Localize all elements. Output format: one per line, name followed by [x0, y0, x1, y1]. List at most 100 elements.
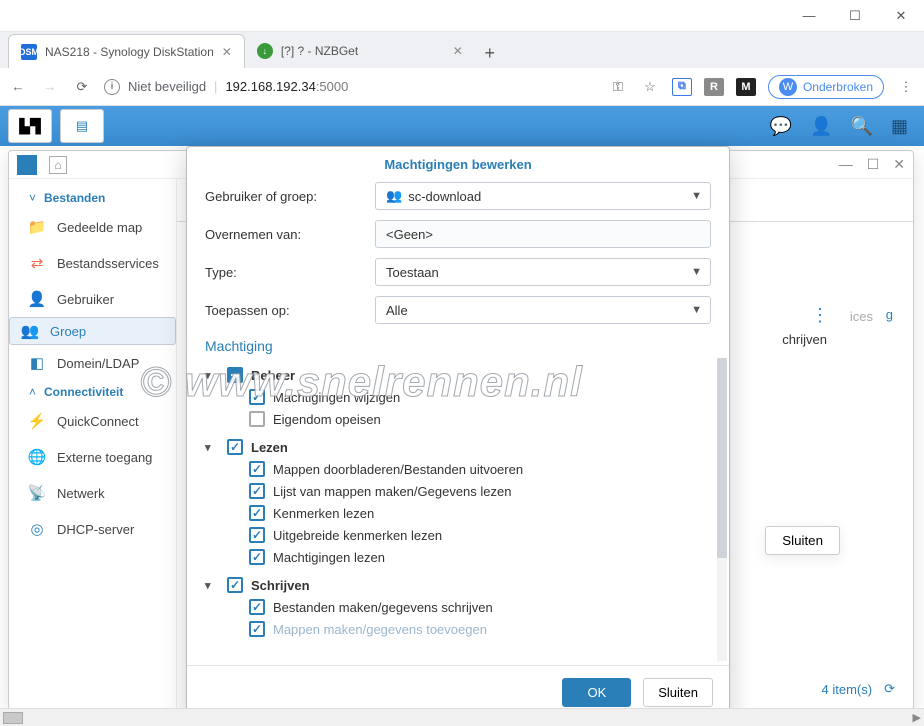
url-host: 192.168.192.34:5000	[225, 79, 348, 94]
apply-label: Toepassen op:	[205, 303, 375, 318]
browser-menu-icon[interactable]: ⋮	[896, 79, 916, 95]
tree-node-schrijven[interactable]: ▾ Schrijven	[205, 574, 717, 596]
scroll-right-icon[interactable]: ▶	[913, 711, 921, 724]
checkbox-icon[interactable]	[249, 599, 265, 615]
extension-icon[interactable]: R	[704, 78, 724, 96]
close-button[interactable]: Sluiten	[643, 678, 713, 707]
node-label: Beheer	[251, 368, 295, 383]
node-label: Schrijven	[251, 578, 310, 593]
tree-leaf[interactable]: Machtigingen lezen	[205, 546, 717, 568]
col-fragment: g	[886, 307, 893, 322]
checkbox-icon[interactable]	[249, 621, 265, 637]
scrollbar-thumb[interactable]	[717, 358, 727, 558]
widgets-icon[interactable]: ▦	[891, 116, 908, 137]
extension-icon[interactable]: M	[736, 78, 756, 96]
sidebar-item-external[interactable]: 🌐Externe toegang	[9, 439, 176, 475]
domain-icon: ◧	[27, 353, 47, 373]
checkbox-icon[interactable]	[227, 577, 243, 593]
nav-reload-button[interactable]: ⟳	[72, 79, 92, 95]
window-minimize[interactable]: —	[786, 0, 832, 32]
close-icon[interactable]: ✕	[222, 45, 232, 59]
user-icon: 👤	[27, 289, 47, 309]
nav-forward-button: →	[40, 79, 60, 94]
horizontal-scrollbar[interactable]: ▶	[0, 708, 924, 726]
saved-password-icon[interactable]: ⚿	[608, 79, 628, 95]
nav-back-button[interactable]: ←	[8, 79, 28, 94]
window-minimize-icon[interactable]: —	[839, 156, 853, 173]
sidebar-item-domain[interactable]: ◧Domein/LDAP	[9, 345, 176, 381]
expand-icon[interactable]: ▾	[205, 441, 219, 454]
avatar: W	[779, 78, 797, 96]
account-icon[interactable]: 👤	[810, 116, 832, 137]
tree-leaf[interactable]: Mappen maken/gegevens toevoegen	[205, 618, 717, 640]
tree-node-lezen[interactable]: ▾ Lezen	[205, 436, 717, 458]
checkbox-icon[interactable]	[227, 439, 243, 455]
column-menu-icon[interactable]: ⋮	[811, 305, 829, 326]
type-select[interactable]: Toestaan ▼	[375, 258, 711, 286]
bookmark-star-icon[interactable]: ☆	[640, 79, 660, 95]
dsm-app-icon[interactable]: ▤	[60, 109, 104, 143]
apply-select[interactable]: Alle ▼	[375, 296, 711, 324]
tree-leaf[interactable]: Bestanden maken/gegevens schrijven	[205, 596, 717, 618]
node-label: Lezen	[251, 440, 288, 455]
window-maximize[interactable]: ☐	[832, 0, 878, 32]
sidebar-item-shared[interactable]: 📁Gedeelde map	[9, 209, 176, 245]
tree-leaf[interactable]: Mappen doorbladeren/Bestanden uitvoeren	[205, 458, 717, 480]
tree-leaf[interactable]: Eigendom opeisen	[205, 408, 717, 430]
scrollbar-thumb[interactable]	[3, 712, 23, 724]
checkbox-icon[interactable]	[249, 411, 265, 427]
checkbox-indeterminate-icon[interactable]	[227, 367, 243, 383]
window-maximize-icon[interactable]: ☐	[867, 156, 880, 173]
new-tab-button[interactable]: +	[475, 38, 505, 68]
sidebar-item-quickconnect[interactable]: ⚡QuickConnect	[9, 403, 176, 439]
sidebar-item-group[interactable]: 👥Groep	[9, 317, 176, 345]
tree-leaf[interactable]: Uitgebreide kenmerken lezen	[205, 524, 717, 546]
tree-leaf[interactable]: Lijst van mappen maken/Gegevens lezen	[205, 480, 717, 502]
folder-icon: 📁	[27, 217, 47, 237]
home-icon[interactable]: ⌂	[49, 156, 67, 174]
checkbox-icon[interactable]	[249, 461, 265, 477]
ok-button[interactable]: OK	[562, 678, 631, 707]
sidebar-item-fileservices[interactable]: ⇄Bestandsservices	[9, 245, 176, 281]
address-bar[interactable]: i Niet beveiligd | 192.168.192.34:5000	[104, 79, 596, 95]
tree-node-beheer[interactable]: ▾ Beheer	[205, 364, 717, 386]
browser-tab-nzbget[interactable]: ↓ [?] ? - NZBGet ✕	[245, 34, 475, 68]
site-info-icon[interactable]: i	[104, 79, 120, 95]
close-icon[interactable]: ✕	[453, 44, 463, 58]
extension-icon[interactable]: ⧉	[672, 78, 692, 96]
permissions-dialog: Machtigingen bewerken Gebruiker of groep…	[186, 146, 730, 720]
sidebar-category[interactable]: ˄Connectiviteit	[9, 381, 176, 403]
checkbox-icon[interactable]	[249, 527, 265, 543]
sync-status[interactable]: W Onderbroken	[768, 75, 884, 99]
refresh-icon[interactable]: ⟳	[884, 681, 895, 697]
sidebar-category[interactable]: ˅Bestanden	[9, 187, 176, 209]
tree-leaf[interactable]: Machtigingen wijzigen	[205, 386, 717, 408]
browser-tab-dsm[interactable]: DSM NAS218 - Synology DiskStation ✕	[8, 34, 245, 68]
checkbox-icon[interactable]	[249, 483, 265, 499]
sidebar-item-user[interactable]: 👤Gebruiker	[9, 281, 176, 317]
user-select[interactable]: 👥 sc-download ▼	[375, 182, 711, 210]
user-label: Gebruiker of groep:	[205, 189, 375, 204]
sidebar-item-network[interactable]: 📡Netwerk	[9, 475, 176, 511]
notifications-icon[interactable]: 💬	[770, 116, 792, 137]
type-value: Toestaan	[386, 265, 439, 280]
tree-leaf[interactable]: Kenmerken lezen	[205, 502, 717, 524]
sidebar-item-dhcp[interactable]: ◎DHCP-server	[9, 511, 176, 547]
checkbox-icon[interactable]	[249, 549, 265, 565]
dsm-main-menu-icon[interactable]: ▙▜	[8, 109, 52, 143]
tab-title: [?] ? - NZBGet	[281, 44, 358, 58]
window-close-icon[interactable]: ✕	[893, 156, 905, 173]
tab-title: NAS218 - Synology DiskStation	[45, 45, 214, 59]
checkbox-icon[interactable]	[249, 505, 265, 521]
search-icon[interactable]: 🔍	[851, 116, 873, 137]
inherit-field: <Geen>	[375, 220, 711, 248]
window-close[interactable]: ✕	[878, 0, 924, 32]
scrollbar[interactable]	[717, 358, 727, 661]
close-button-under[interactable]: Sluiten	[765, 526, 840, 555]
expand-icon[interactable]: ▾	[205, 579, 219, 592]
dsm-desktop: ⌂ — ☐ ✕ ˅Bestanden 📁Gedeelde map ⇄Bestan…	[0, 146, 924, 724]
expand-icon[interactable]: ▾	[205, 369, 219, 382]
checkbox-icon[interactable]	[249, 389, 265, 405]
sync-status-label: Onderbroken	[803, 80, 873, 94]
apply-value: Alle	[386, 303, 408, 318]
